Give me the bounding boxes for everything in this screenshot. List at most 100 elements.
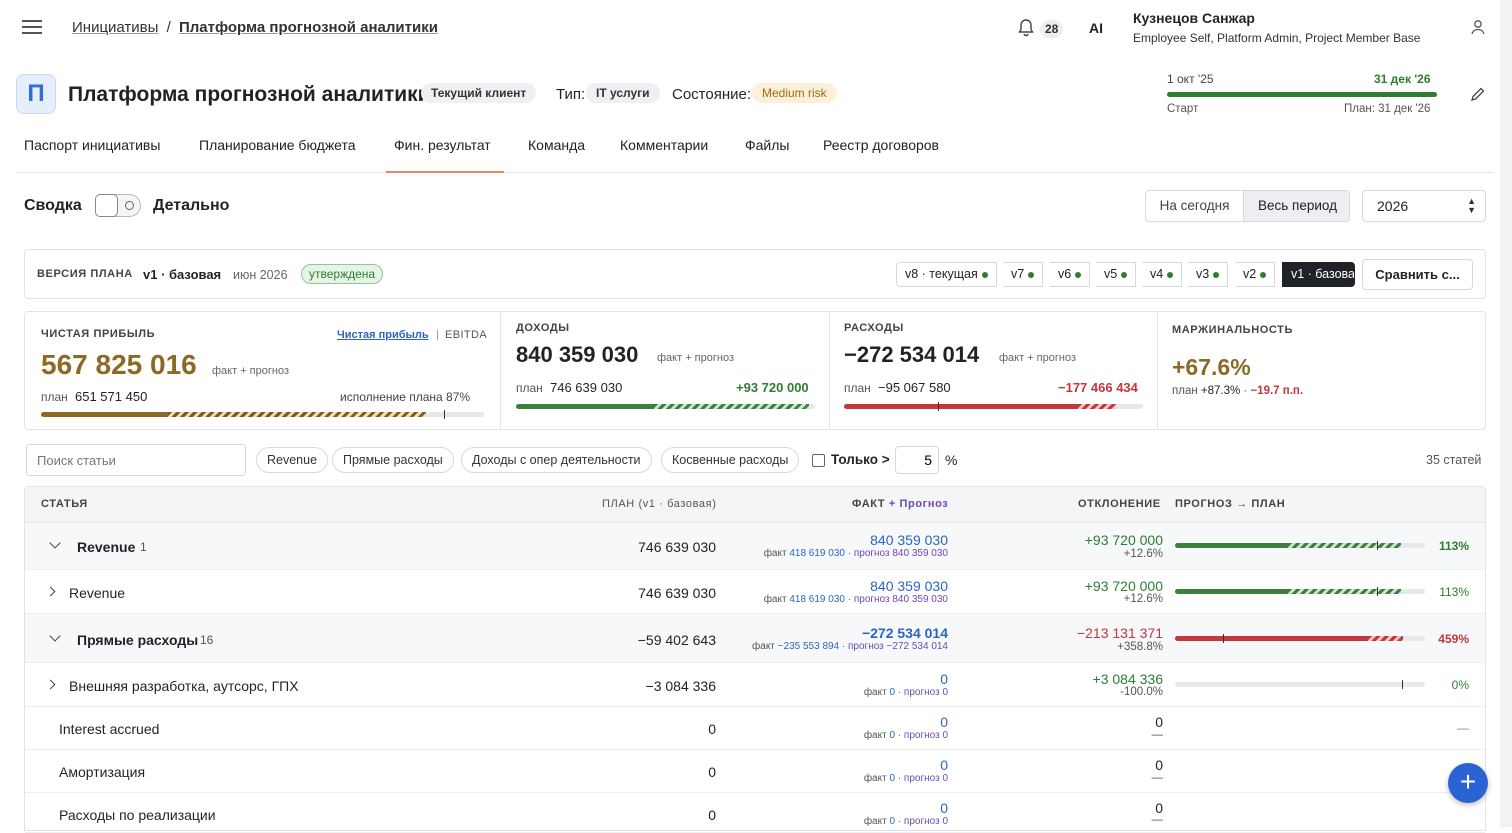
kpi-divider (500, 312, 501, 429)
row-fact-detail: факт 0 · прогноз 0 (863, 773, 948, 784)
row-fact-detail: факт 418 619 030 · прогноз 840 359 030 (763, 548, 948, 559)
threshold-input[interactable] (895, 446, 939, 474)
scrollbar-track[interactable] (1500, 0, 1512, 827)
all-period-button[interactable]: Весь период (1243, 191, 1349, 221)
tab-comments[interactable]: Комментарии (620, 137, 708, 153)
filter-chip-revenue[interactable]: Revenue (256, 447, 329, 473)
margin-delta: −19.7 п.п. (1250, 385, 1304, 397)
type-label: Тип: (556, 86, 586, 103)
row-deviation-pct: — (1151, 729, 1164, 741)
add-button[interactable]: + (1448, 763, 1488, 803)
row-name: Прямые расходы (77, 632, 199, 648)
version-chip-v3[interactable]: v3 (1188, 262, 1229, 287)
user-icon[interactable] (1470, 19, 1486, 35)
row-progress-pct: 113% (1439, 585, 1469, 599)
header-plan[interactable]: ПЛАН (v1 · базовая) (602, 498, 716, 510)
version-chip-label: v3 (1196, 267, 1210, 281)
filter-chip-direct-expenses[interactable]: Прямые расходы (332, 447, 454, 473)
tab-fin-result[interactable]: Фин. результат (394, 137, 491, 153)
plan-marker (1377, 541, 1378, 550)
expense-label: РАСХОДЫ (844, 322, 904, 334)
profit-switch-net[interactable]: Чистая прибыль (337, 329, 429, 341)
version-chip-v5[interactable]: v5 (1096, 262, 1137, 287)
row-deviation-pct: +12.6% (1123, 593, 1163, 605)
row-progress-forecast (1288, 543, 1401, 548)
version-chip-label: v6 (1058, 267, 1072, 281)
margin-separator: · (1243, 385, 1248, 397)
profit-switch-ebitda[interactable]: EBITDA (445, 329, 487, 341)
expense-plan-value: −95 067 580 (878, 380, 951, 395)
version-chip-v8[interactable]: v8 · текущая (896, 262, 997, 287)
breadcrumb-parent[interactable]: Инициативы (72, 19, 158, 36)
header-item[interactable]: СТАТЬЯ (41, 498, 88, 510)
approved-badge: утверждена (301, 264, 384, 284)
header-progress[interactable]: ПРОГНОЗ → ПЛАН (1175, 498, 1285, 510)
select-arrows-icon: ▲ ▼ (1467, 196, 1476, 215)
row-deviation-pct: +358.8% (1117, 641, 1163, 653)
tab-contracts[interactable]: Реестр договоров (823, 137, 939, 153)
view-toggle[interactable] (95, 194, 141, 217)
ai-button[interactable]: AI (1089, 20, 1103, 36)
row-fact-detail: факт 418 619 030 · прогноз 840 359 030 (763, 594, 948, 605)
row-deviation: 0 (1155, 714, 1163, 730)
search-input[interactable] (26, 444, 246, 476)
header-fact[interactable]: ФАКТ + Прогноз (852, 498, 948, 510)
expense-delta: −177 466 434 (1058, 380, 1138, 395)
filter-chip-operating-income[interactable]: Доходы с опер деятельности (461, 447, 652, 473)
only-checkbox[interactable] (812, 454, 825, 467)
filter-chip-indirect-expenses[interactable]: Косвенные расходы (661, 447, 800, 473)
plan-marker (444, 410, 445, 419)
tab-files[interactable]: Файлы (745, 137, 789, 153)
version-chip-v4[interactable]: v4 (1142, 262, 1183, 287)
timeline-end-date: 31 дек '26 (1374, 72, 1431, 86)
version-chip-v1[interactable]: v1 · базова (1282, 262, 1355, 287)
version-chip-v7[interactable]: v7 (1003, 262, 1044, 287)
menu-icon[interactable] (22, 20, 42, 34)
bell-icon[interactable] (1018, 19, 1034, 37)
tab-passport[interactable]: Паспорт инициативы (24, 137, 160, 153)
row-progress-bar (1175, 543, 1425, 548)
tab-budget[interactable]: Планирование бюджета (199, 137, 356, 153)
income-progress-bar (516, 404, 815, 409)
income-delta: +93 720 000 (736, 380, 809, 395)
breadcrumb-separator: / (166, 19, 171, 36)
income-plan-value: 746 639 030 (550, 380, 623, 395)
header-forecast-label: + Прогноз (888, 498, 949, 510)
row-fact-total: 0 (940, 757, 948, 773)
row-name: Revenue (77, 539, 136, 555)
tabs-divider (16, 172, 1494, 173)
period-segmented: На сегодня Весь период (1145, 190, 1350, 222)
today-button[interactable]: На сегодня (1146, 191, 1243, 221)
profit-progress-bar (41, 412, 484, 417)
compare-button[interactable]: Сравнить с... (1362, 259, 1473, 290)
version-chip-label: v7 (1011, 267, 1025, 281)
tab-team[interactable]: Команда (528, 137, 585, 153)
row-deviation: +3 084 336 (1092, 671, 1163, 687)
version-chip-label: v4 (1150, 267, 1164, 281)
row-name: Interest accrued (59, 721, 160, 737)
version-chip-label: v5 (1104, 267, 1118, 281)
row-fact-total: 0 (940, 714, 948, 730)
expense-progress-forecast (1077, 404, 1117, 409)
version-chip-v2[interactable]: v2 (1235, 262, 1276, 287)
profit-progress-fact (41, 412, 169, 417)
row-fact-total: 840 359 030 (870, 578, 948, 594)
active-tab-indicator (386, 171, 504, 173)
version-chip-label: v2 (1243, 267, 1257, 281)
header-deviation[interactable]: ОТКЛОНЕНИЕ (1078, 498, 1161, 510)
row-progress-forecast (1368, 636, 1403, 641)
year-select[interactable]: 2026 ▲ ▼ (1362, 190, 1486, 222)
row-plan: 0 (708, 764, 716, 780)
status-dot-icon (1167, 271, 1174, 278)
row-progress-forecast (1288, 589, 1401, 594)
state-label: Состояние: (672, 86, 752, 103)
row-plan: 746 639 030 (638, 539, 716, 555)
edit-icon[interactable] (1470, 86, 1486, 102)
row-plan: 0 (708, 721, 716, 737)
row-deviation: 0 (1155, 757, 1163, 773)
row-progress-fact (1175, 636, 1369, 641)
notification-count-badge: 28 (1040, 20, 1064, 38)
version-label: ВЕРСИЯ ПЛАНА (37, 268, 133, 280)
version-chip-v6[interactable]: v6 (1050, 262, 1091, 287)
toggle-off-icon (125, 201, 134, 210)
